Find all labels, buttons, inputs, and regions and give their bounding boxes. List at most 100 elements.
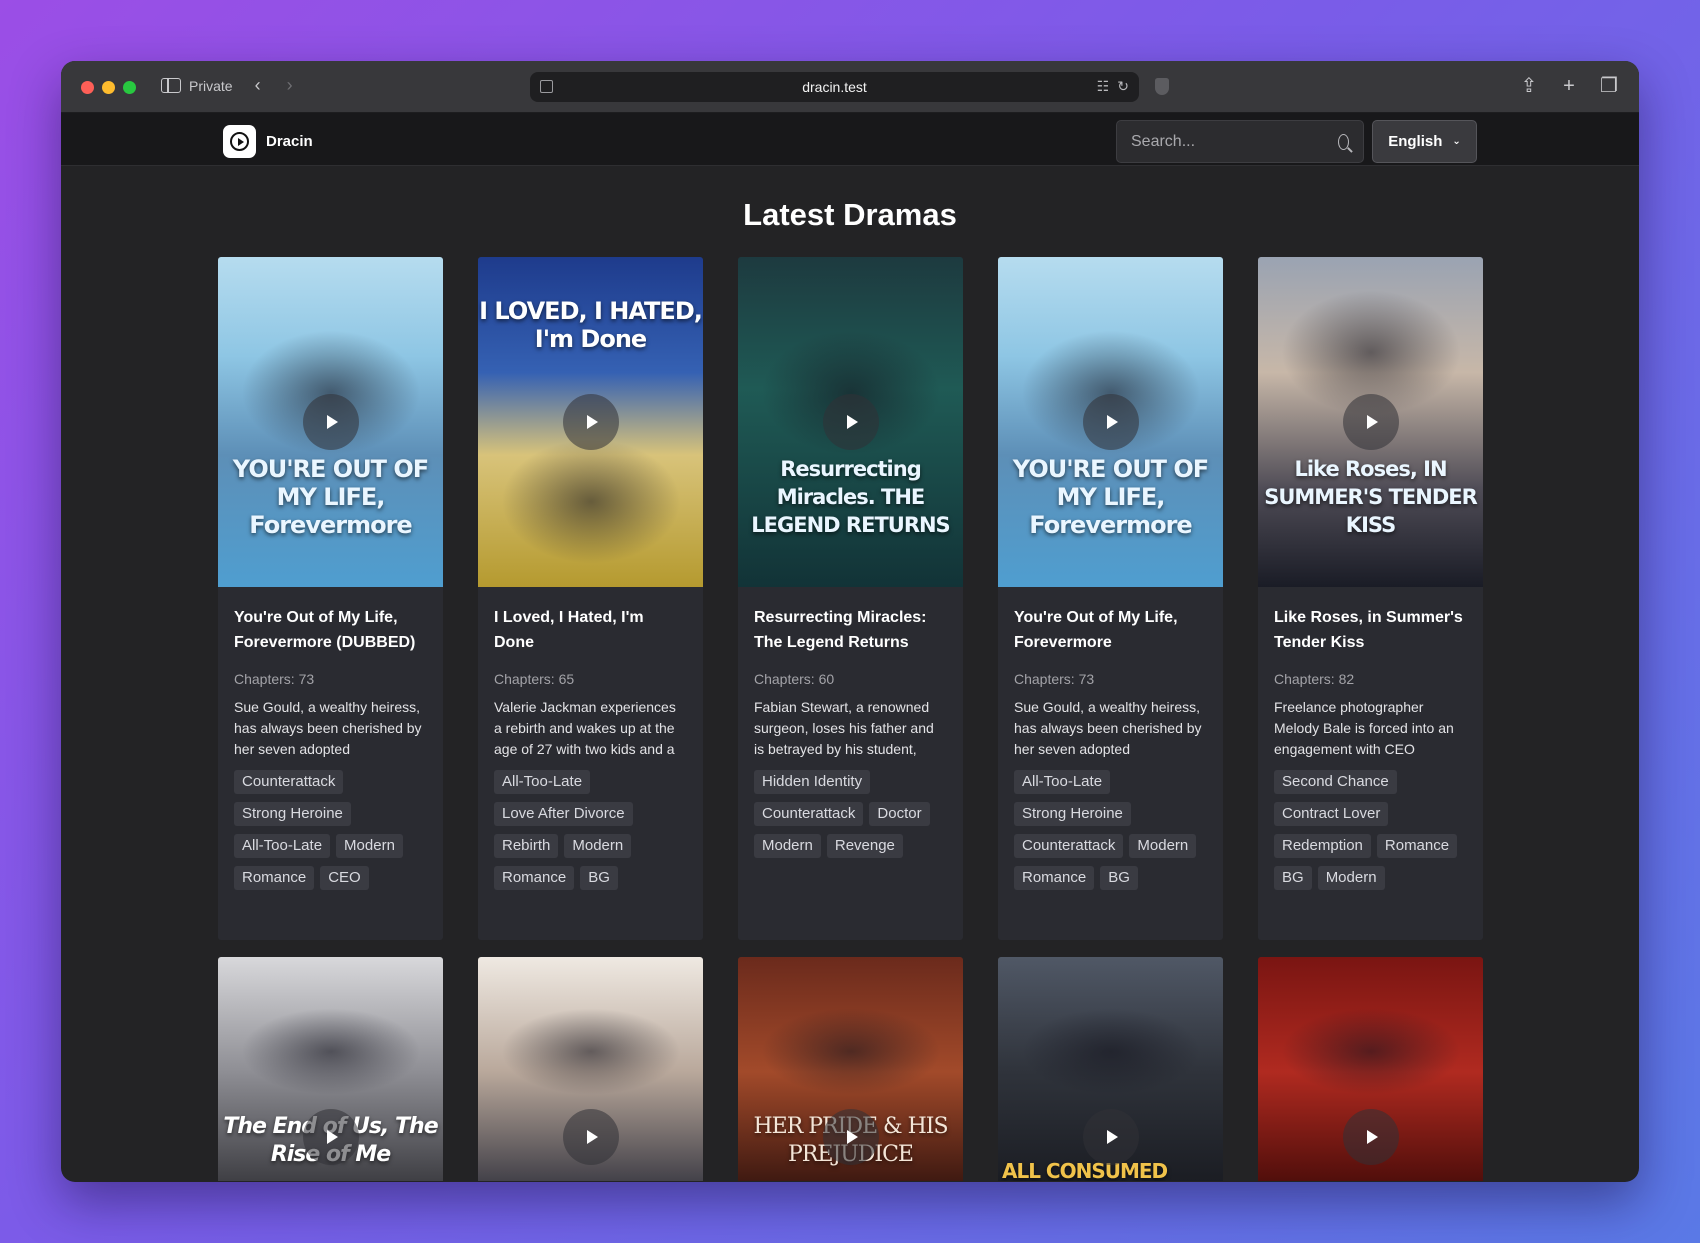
tag-list: Counterattack Strong Heroine All-Too-Lat… [234,770,427,890]
drama-description: Sue Gould, a wealthy heiress, has always… [234,699,422,757]
genre-tag[interactable]: Romance [494,866,575,890]
drama-title[interactable]: Like Roses, in Summer's Tender Kiss [1274,605,1467,655]
tag-list: Hidden Identity Counterattack Doctor Mod… [754,770,947,858]
sidebar-toggle-icon[interactable] [161,78,181,93]
drama-poster[interactable]: I LOVED, I HATED, I'm Done [478,257,703,587]
browser-window: Private ‹ › dracin.test ☷ ↻ ⇪ + ❐ Dracin [61,61,1639,1182]
drama-title[interactable]: You're Out of My Life, Forevermore [1014,605,1207,655]
back-arrow-icon[interactable]: ‹ [255,75,261,96]
drama-poster[interactable] [1258,957,1483,1181]
drama-poster[interactable]: ALL CONSUMED [998,957,1223,1181]
genre-tag[interactable]: Second Chance [1274,770,1397,794]
genre-tag[interactable]: CEO [320,866,369,890]
genre-tag[interactable]: Doctor [869,802,930,826]
translate-icon[interactable]: ☷ [1097,78,1110,95]
drama-poster[interactable]: Like Roses, IN SUMMER'S TENDER KISS [1258,257,1483,587]
genre-tag[interactable]: Modern [1317,866,1385,890]
forward-arrow-icon[interactable]: › [287,75,293,96]
drama-card[interactable] [478,957,703,1181]
drama-poster[interactable]: YOU'RE OUT OF MY LIFE, Forevermore [998,257,1223,587]
tag-list: All-Too-Late Love After Divorce Rebirth … [494,770,687,890]
play-icon[interactable] [822,394,879,450]
drama-card[interactable]: YOU'RE OUT OF MY LIFE, Forevermore You'r… [998,257,1223,940]
tab-overview-icon[interactable]: ❐ [1599,75,1619,97]
window-controls [81,81,136,94]
language-label: English [1388,133,1443,150]
drama-card[interactable]: Like Roses, IN SUMMER'S TENDER KISS Like… [1258,257,1483,940]
close-window-button[interactable] [81,81,94,94]
search-input[interactable] [1131,132,1338,151]
genre-tag[interactable]: Hidden Identity [754,770,871,794]
genre-tag[interactable]: Modern [336,834,403,858]
url-text: dracin.test [802,79,867,95]
play-icon[interactable] [1342,1109,1399,1165]
play-icon[interactable] [1342,394,1399,450]
drama-card[interactable] [1258,957,1483,1181]
play-icon[interactable] [562,394,619,450]
drama-card[interactable]: YOU'RE OUT OF MY LIFE, Forevermore You'r… [218,257,443,940]
genre-tag[interactable]: Counterattack [1014,834,1124,858]
play-icon[interactable] [1082,394,1139,450]
search-box [1116,120,1364,163]
genre-tag[interactable]: Rebirth [494,834,559,858]
drama-poster[interactable] [478,957,703,1181]
drama-card[interactable]: I LOVED, I HATED, I'm Done I Loved, I Ha… [478,257,703,940]
play-icon[interactable] [822,1109,879,1165]
drama-card[interactable]: The End of Us, The Rise of Me [218,957,443,1181]
chapter-count: Chapters: 82 [1274,671,1355,687]
share-icon[interactable]: ⇪ [1519,75,1539,97]
main-content: Latest Dramas YOU'RE OUT OF MY LIFE, For… [61,166,1639,1181]
genre-tag[interactable]: Romance [1376,834,1458,858]
chapter-count: Chapters: 73 [234,671,315,687]
play-icon[interactable] [1082,1109,1139,1165]
drama-description: Sue Gould, a wealthy heiress, has always… [1014,699,1202,757]
tag-list: Second Chance Contract Lover Redemption … [1274,770,1467,890]
drama-title[interactable]: You're Out of My Life, Forevermore (DUBB… [234,605,427,655]
genre-tag[interactable]: Contract Lover [1274,802,1389,826]
address-bar[interactable]: dracin.test ☷ ↻ [530,72,1139,102]
genre-tag[interactable]: Modern [1129,834,1197,858]
genre-tag[interactable]: BG [1100,866,1138,890]
new-tab-icon[interactable]: + [1559,75,1579,97]
brand-link[interactable]: Dracin [223,125,313,158]
drama-poster[interactable]: HER PRIDE & HIS PREJUDICE [738,957,963,1181]
genre-tag[interactable]: BG [1274,866,1312,890]
genre-tag[interactable]: Romance [234,866,315,890]
drama-poster[interactable]: Resurrecting Miracles. THE LEGEND RETURN… [738,257,963,587]
privacy-shield-icon[interactable] [1155,78,1169,95]
language-select[interactable]: English ⌄ [1372,120,1477,163]
drama-title[interactable]: I Loved, I Hated, I'm Done [494,605,687,655]
drama-poster[interactable]: YOU'RE OUT OF MY LIFE, Forevermore [218,257,443,587]
site-header: Dracin English ⌄ [61,113,1639,166]
genre-tag[interactable]: Counterattack [234,770,344,794]
genre-tag[interactable]: Counterattack [754,802,864,826]
genre-tag[interactable]: Redemption [1274,834,1371,858]
drama-description: Freelance photographer Melody Bale is fo… [1274,699,1454,757]
drama-poster[interactable]: The End of Us, The Rise of Me [218,957,443,1181]
play-icon[interactable] [562,1109,619,1165]
genre-tag[interactable]: Modern [564,834,632,858]
play-icon[interactable] [302,1109,359,1165]
search-icon[interactable] [1338,133,1349,150]
genre-tag[interactable]: Strong Heroine [234,802,351,826]
drama-card[interactable]: HER PRIDE & HIS PREJUDICE [738,957,963,1181]
drama-description: Fabian Stewart, a renowned surgeon, lose… [754,699,934,757]
genre-tag[interactable]: Revenge [826,834,903,858]
genre-tag[interactable]: Love After Divorce [494,802,633,826]
page-settings-icon[interactable] [540,80,553,93]
chapter-count: Chapters: 73 [1014,671,1095,687]
drama-title[interactable]: Resurrecting Miracles: The Legend Return… [754,605,947,655]
drama-card[interactable]: ALL CONSUMED [998,957,1223,1181]
genre-tag[interactable]: Strong Heroine [1014,802,1131,826]
reload-icon[interactable]: ↻ [1117,78,1129,95]
drama-card[interactable]: Resurrecting Miracles. THE LEGEND RETURN… [738,257,963,940]
genre-tag[interactable]: Modern [754,834,821,858]
genre-tag[interactable]: BG [580,866,618,890]
play-icon[interactable] [302,394,359,450]
genre-tag[interactable]: Romance [1014,866,1095,890]
genre-tag[interactable]: All-Too-Late [1014,770,1111,794]
minimize-window-button[interactable] [102,81,115,94]
genre-tag[interactable]: All-Too-Late [234,834,331,858]
zoom-window-button[interactable] [123,81,136,94]
genre-tag[interactable]: All-Too-Late [494,770,591,794]
